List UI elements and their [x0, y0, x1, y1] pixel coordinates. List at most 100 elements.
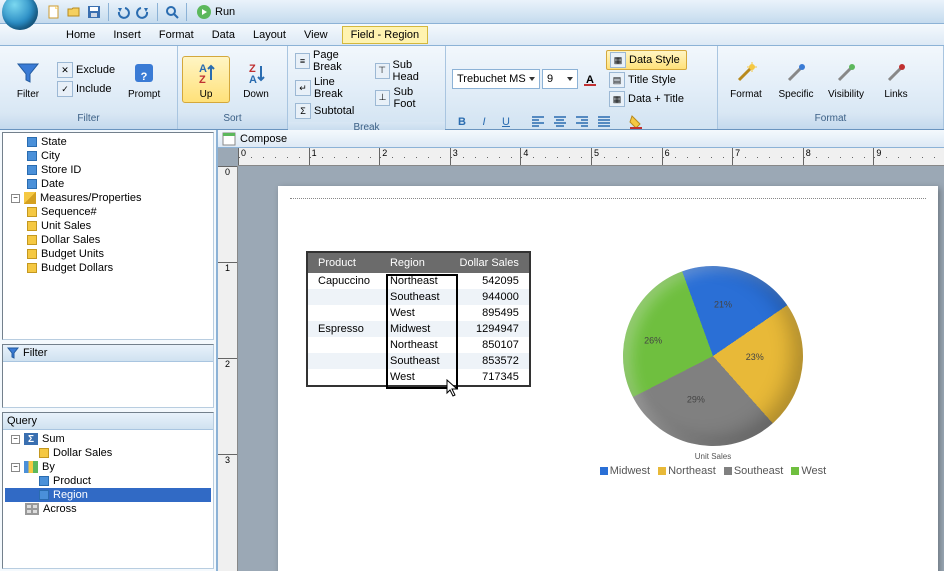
links-button[interactable]: Links — [872, 56, 920, 103]
collapse-toggle[interactable]: − — [11, 435, 20, 444]
italic-button[interactable]: I — [474, 112, 494, 132]
cell-region[interactable]: Northeast — [380, 273, 450, 289]
filter-button[interactable]: Filter — [4, 56, 52, 103]
cell-sales[interactable]: 850107 — [450, 337, 529, 353]
open-icon[interactable] — [65, 3, 83, 21]
data-style-button[interactable]: ▦Data Style — [606, 50, 687, 70]
table-row[interactable]: Northeast850107 — [308, 337, 529, 353]
report-page[interactable]: Product Region Dollar Sales CapuccinoNor… — [278, 186, 938, 571]
cell-region[interactable]: Midwest — [380, 321, 450, 337]
cell-sales[interactable]: 542095 — [450, 273, 529, 289]
table-row[interactable]: Southeast944000 — [308, 289, 529, 305]
menu-insert[interactable]: Insert — [105, 27, 149, 43]
fields-tree[interactable]: State City Store ID Date −Measures/Prope… — [2, 132, 214, 340]
tree-item-storeid[interactable]: Store ID — [5, 163, 211, 177]
col-dollarsales[interactable]: Dollar Sales — [450, 253, 529, 273]
col-region[interactable]: Region — [380, 253, 450, 273]
pie-chart[interactable]: 21% 23% 29% 26% Unit Sales MidwestNorthe… — [593, 266, 833, 477]
query-sum-node[interactable]: −ΣSum — [5, 432, 211, 446]
query-tree[interactable]: −ΣSum Dollar Sales −By Product Region Ac… — [3, 430, 213, 518]
justify-button[interactable] — [594, 112, 614, 132]
cell-product[interactable]: Capuccino — [308, 273, 380, 289]
sort-up-button[interactable]: AZ Up — [182, 56, 230, 103]
align-center-button[interactable] — [550, 112, 570, 132]
tree-item-state[interactable]: State — [5, 135, 211, 149]
collapse-toggle[interactable]: − — [11, 463, 20, 472]
bold-button[interactable]: B — [452, 112, 472, 132]
query-product[interactable]: Product — [5, 474, 211, 488]
cell-product[interactable] — [308, 289, 380, 305]
menu-home[interactable]: Home — [58, 27, 103, 43]
cell-product[interactable] — [308, 305, 380, 321]
query-across-node[interactable]: Across — [5, 502, 211, 516]
tree-item-date[interactable]: Date — [5, 177, 211, 191]
cell-sales[interactable]: 717345 — [450, 369, 529, 385]
col-product[interactable]: Product — [308, 253, 380, 273]
prompt-button[interactable]: ? Prompt — [120, 56, 168, 103]
table-row[interactable]: West895495 — [308, 305, 529, 321]
tree-item-city[interactable]: City — [5, 149, 211, 163]
menu-view[interactable]: View — [296, 27, 336, 43]
menu-format[interactable]: Format — [151, 27, 202, 43]
cell-product[interactable] — [308, 369, 380, 385]
query-dollarsales[interactable]: Dollar Sales — [5, 446, 211, 460]
subtotal-button[interactable]: ΣSubtotal — [292, 102, 370, 120]
cell-sales[interactable]: 853572 — [450, 353, 529, 369]
preview-icon[interactable] — [163, 3, 181, 21]
sub-foot-button[interactable]: ⊥Sub Foot — [372, 85, 441, 111]
title-style-button[interactable]: ▤Title Style — [606, 71, 687, 89]
menu-data[interactable]: Data — [204, 27, 243, 43]
table-row[interactable]: West717345 — [308, 369, 529, 385]
cell-sales[interactable]: 1294947 — [450, 321, 529, 337]
sort-down-button[interactable]: ZA Down — [232, 56, 280, 103]
field-context-tag[interactable]: Field - Region — [342, 26, 428, 44]
cell-product[interactable]: Espresso — [308, 321, 380, 337]
cell-region[interactable]: West — [380, 305, 450, 321]
tree-item-unitsales[interactable]: Unit Sales — [5, 219, 211, 233]
table-row[interactable]: CapuccinoNortheast542095 — [308, 273, 529, 289]
cell-sales[interactable]: 895495 — [450, 305, 529, 321]
font-size-combo[interactable]: 9 — [542, 69, 578, 89]
cell-region[interactable]: Northeast — [380, 337, 450, 353]
new-icon[interactable] — [45, 3, 63, 21]
specific-button[interactable]: Specific — [772, 56, 820, 103]
line-break-button[interactable]: ↵Line Break — [292, 75, 370, 101]
cell-region[interactable]: West — [380, 369, 450, 385]
cell-sales[interactable]: 944000 — [450, 289, 529, 305]
tree-item-measures[interactable]: −Measures/Properties — [5, 191, 211, 205]
design-surface[interactable]: 0123456789 0123 Product Region Dollar Sa… — [218, 148, 944, 571]
query-by-node[interactable]: −By — [5, 460, 211, 474]
save-icon[interactable] — [85, 3, 103, 21]
align-right-button[interactable] — [572, 112, 592, 132]
visibility-button[interactable]: Visibility — [822, 56, 870, 103]
format-button[interactable]: Format — [722, 56, 770, 103]
cell-product[interactable] — [308, 337, 380, 353]
run-label: Run — [215, 6, 235, 18]
tree-item-sequence[interactable]: Sequence# — [5, 205, 211, 219]
redo-icon[interactable] — [134, 3, 152, 21]
page-break-button[interactable]: ≡Page Break — [292, 48, 370, 74]
report-table[interactable]: Product Region Dollar Sales CapuccinoNor… — [306, 251, 531, 387]
table-row[interactable]: EspressoMidwest1294947 — [308, 321, 529, 337]
tree-item-dollarsales[interactable]: Dollar Sales — [5, 233, 211, 247]
font-color-button[interactable]: A — [580, 69, 600, 89]
query-region[interactable]: Region — [5, 488, 211, 502]
sub-head-button[interactable]: ⊤Sub Head — [372, 58, 441, 84]
table-row[interactable]: Southeast853572 — [308, 353, 529, 369]
menu-layout[interactable]: Layout — [245, 27, 294, 43]
align-left-button[interactable] — [528, 112, 548, 132]
cell-product[interactable] — [308, 353, 380, 369]
exclude-button[interactable]: ✕Exclude — [54, 61, 118, 79]
run-button[interactable]: Run — [191, 5, 241, 19]
cell-region[interactable]: Southeast — [380, 353, 450, 369]
font-family-combo[interactable]: Trebuchet MS — [452, 69, 540, 89]
collapse-toggle[interactable]: − — [11, 194, 20, 203]
cell-region[interactable]: Southeast — [380, 289, 450, 305]
tree-item-budgetdollars[interactable]: Budget Dollars — [5, 261, 211, 275]
include-button[interactable]: ✓Include — [54, 80, 118, 98]
underline-button[interactable]: U — [496, 112, 516, 132]
undo-icon[interactable] — [114, 3, 132, 21]
data-title-button[interactable]: ▦Data + Title — [606, 90, 687, 108]
tree-item-budgetunits[interactable]: Budget Units — [5, 247, 211, 261]
background-color-button[interactable] — [626, 112, 646, 132]
